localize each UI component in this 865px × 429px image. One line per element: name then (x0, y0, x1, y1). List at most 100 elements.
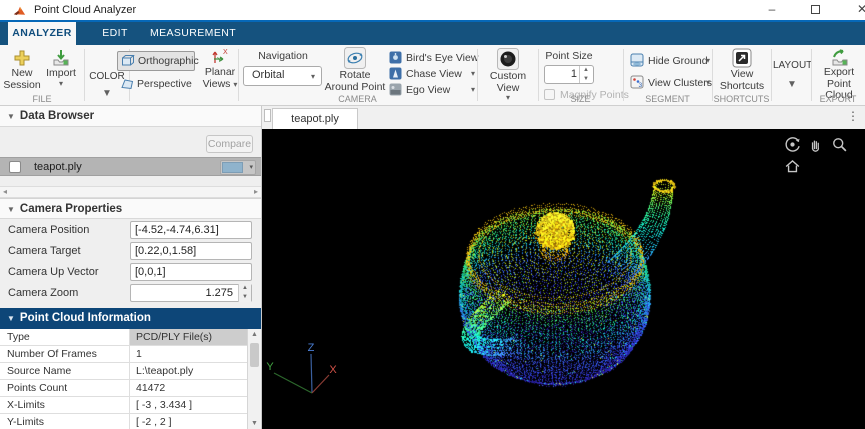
custom-view-caret-icon: ▾ (505, 93, 510, 102)
row-ylimits-value: [ -2 , 2 ] (136, 416, 172, 428)
left-panel: ▼ Data Browser Compare teapot.ply ▾ ◂ ▸ ▼… (0, 106, 262, 429)
tab-edit[interactable]: EDIT (84, 22, 146, 45)
custom-view-button[interactable]: Custom View ▾ (479, 48, 537, 102)
orthographic-button[interactable]: Orthographic (117, 51, 199, 71)
perspective-button[interactable]: Perspective (120, 75, 198, 93)
camera-properties-header[interactable]: ▼ Camera Properties (0, 198, 261, 219)
hscroll-left-icon[interactable]: ◂ (3, 187, 7, 197)
rotate-around-point-button[interactable]: Rotate Around Point (324, 47, 386, 93)
hide-ground-button[interactable]: Hide Ground ▾ (630, 53, 712, 69)
table-row-type[interactable]: Type PCD/PLY File(s) (0, 329, 247, 346)
axis-y-label: Y (266, 361, 274, 373)
maximize-icon (810, 5, 820, 14)
panel-splitter-handle[interactable] (264, 109, 271, 122)
camera-up-vector-label: Camera Up Vector (8, 266, 99, 278)
hscroll-right-icon[interactable]: ▸ (254, 187, 258, 197)
navigation-dropdown[interactable]: Orbital ▾ (243, 66, 322, 86)
vscroll-down-icon[interactable]: ▼ (248, 420, 261, 427)
row-source-value: L:\teapot.ply (136, 365, 194, 377)
data-browser-row-teapot[interactable]: teapot.ply ▾ (0, 157, 261, 176)
tab-analyzer[interactable]: ANALYZER (8, 22, 76, 45)
row-xlimits-value: [ -3 , 3.434 ] (136, 399, 193, 411)
table-row-xlimits[interactable]: X-Limits [ -3 , 3.434 ] (0, 397, 247, 414)
row-frames-value: 1 (136, 348, 142, 360)
camera-zoom-row: Camera Zoom 1.275 ▲ ▼ (0, 283, 261, 304)
camera-properties-collapse-icon[interactable]: ▼ (7, 205, 15, 214)
camera-target-input[interactable]: [0.22,0,1.58] (130, 242, 252, 260)
compare-button[interactable]: Compare (206, 135, 253, 153)
ribbon-toolbar: New Session Import ▾ FILE COLOR ▼ Orthog… (0, 45, 865, 106)
row-type-value: PCD/PLY File(s) (130, 329, 247, 345)
close-button[interactable]: ✕ (843, 0, 865, 20)
import-button[interactable]: Import ▾ (42, 49, 80, 88)
planar-views-button[interactable]: X Y Planar Views ▾ (199, 48, 241, 90)
data-browser-hscrollbar[interactable]: ◂ ▸ (0, 186, 261, 198)
planar-views-icon: X Y (212, 49, 228, 64)
camera-zoom-spinner[interactable]: ▲ ▼ (238, 284, 251, 302)
view-clusters-caret-icon: ▾ (705, 78, 710, 87)
import-icon (53, 50, 69, 66)
viewport-kebab-menu-icon[interactable]: ⋮ (847, 109, 859, 123)
tab-teapot-ply[interactable]: teapot.ply (272, 108, 358, 129)
camera-target-row: Camera Target [0.22,0,1.58] (0, 241, 261, 262)
minimize-button[interactable]: – (753, 0, 791, 20)
camera-zoom-input[interactable]: 1.275 (130, 284, 252, 302)
table-row-frames[interactable]: Number Of Frames 1 (0, 346, 247, 363)
row-points-value: 41472 (136, 382, 166, 394)
point-size-spinner[interactable]: ▲ ▼ (579, 66, 592, 83)
vscroll-up-icon[interactable]: ▲ (248, 331, 261, 338)
table-vscrollbar[interactable]: ▲ ▼ (247, 329, 261, 429)
camera-position-row: Camera Position [-4.52,-4.74,6.31] (0, 220, 261, 241)
chase-view-button[interactable]: Chase View ▾ (389, 66, 477, 82)
point-size-input[interactable]: 1 ▲ ▼ (544, 65, 594, 84)
new-session-button[interactable]: New Session (2, 49, 42, 91)
layout-caret-icon: ▼ (787, 78, 797, 90)
view-clusters-icon: 3 (630, 75, 644, 89)
svg-text:X: X (223, 49, 228, 56)
rotate-3d-icon[interactable] (784, 136, 801, 153)
view-clusters-button[interactable]: 3 View Clusters ▾ (630, 75, 712, 91)
point-cloud-information-collapse-icon[interactable]: ▼ (7, 314, 15, 323)
camera-position-input[interactable]: [-4.52,-4.74,6.31] (130, 221, 252, 239)
table-row-ylimits[interactable]: Y-Limits [ -2 , 2 ] (0, 414, 247, 429)
teapot-color-swatch (222, 162, 243, 173)
perspective-label: Perspective (137, 78, 192, 90)
point-cloud-information-header[interactable]: ▼ Point Cloud Information (0, 308, 261, 329)
point-size-value: 1 (570, 68, 577, 80)
point-cloud-canvas[interactable] (262, 129, 865, 429)
point-cloud-information-title: Point Cloud Information (19, 312, 151, 324)
teapot-checkbox[interactable] (9, 161, 21, 173)
layout-button[interactable]: LAYOUT ▼ (773, 60, 812, 90)
pan-icon[interactable] (807, 136, 824, 153)
tab-measurement[interactable]: MEASUREMENT (146, 22, 240, 45)
ego-view-caret-icon: ▾ (470, 85, 475, 94)
perspective-icon (121, 79, 134, 90)
import-caret-icon: ▾ (58, 78, 63, 88)
section-label-shortcuts: SHORTCUTS (713, 94, 770, 104)
chase-view-icon (389, 67, 402, 80)
camera-up-vector-input[interactable]: [0,0,1] (130, 263, 252, 281)
row-frames-label: Number Of Frames (0, 346, 130, 362)
home-icon[interactable] (784, 158, 801, 175)
axis-x-label: X (329, 364, 337, 376)
hide-ground-caret-icon: ▾ (705, 56, 710, 65)
table-row-source[interactable]: Source Name L:\teapot.ply (0, 363, 247, 380)
view-clusters-label: View Clusters (648, 77, 712, 89)
viewport-tab-bar: teapot.ply ⋮ (262, 106, 865, 129)
data-browser-header[interactable]: ▼ Data Browser (0, 106, 261, 127)
view-shortcuts-button[interactable]: View Shortcuts (716, 48, 768, 92)
birds-eye-view-button[interactable]: Bird's Eye View (389, 50, 478, 66)
chase-view-caret-icon: ▾ (470, 69, 475, 78)
vscroll-thumb[interactable] (250, 343, 259, 367)
zoom-icon[interactable] (831, 136, 848, 153)
table-row-points[interactable]: Points Count 41472 (0, 380, 247, 397)
section-label-export: EXPORT (819, 94, 857, 104)
viewport[interactable]: Z Y X (262, 129, 865, 429)
window-title: Point Cloud Analyzer (34, 4, 137, 16)
rotate-around-point-label: Rotate Around Point (324, 69, 386, 93)
section-label-size: SIZE (570, 94, 591, 104)
navigation-value: Orbital (252, 69, 285, 81)
data-browser-collapse-icon[interactable]: ▼ (7, 112, 15, 121)
teapot-color-button[interactable]: ▾ (220, 160, 256, 175)
maximize-button[interactable] (796, 0, 834, 20)
